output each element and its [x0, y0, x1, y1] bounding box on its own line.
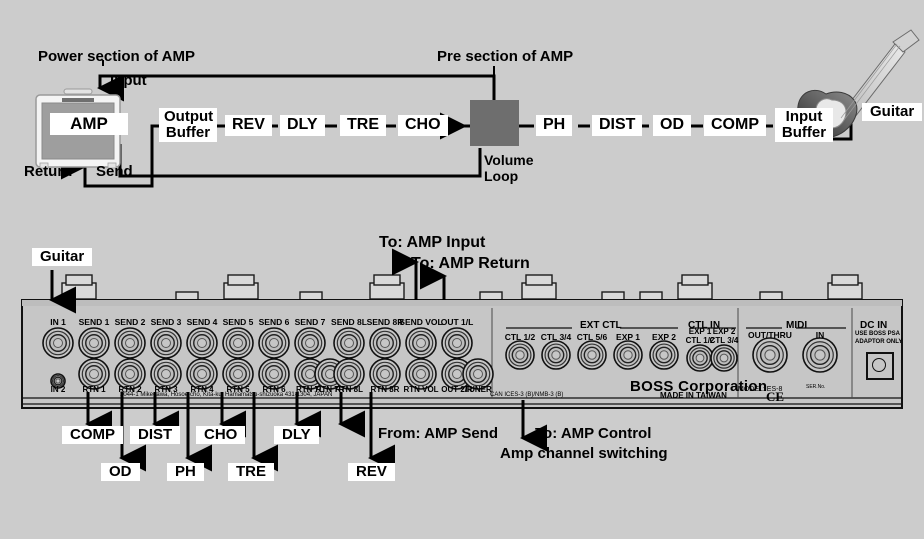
diagram-stage: Power section of AMP Pre section of AMP …	[0, 0, 924, 539]
section-underlines	[506, 327, 846, 329]
